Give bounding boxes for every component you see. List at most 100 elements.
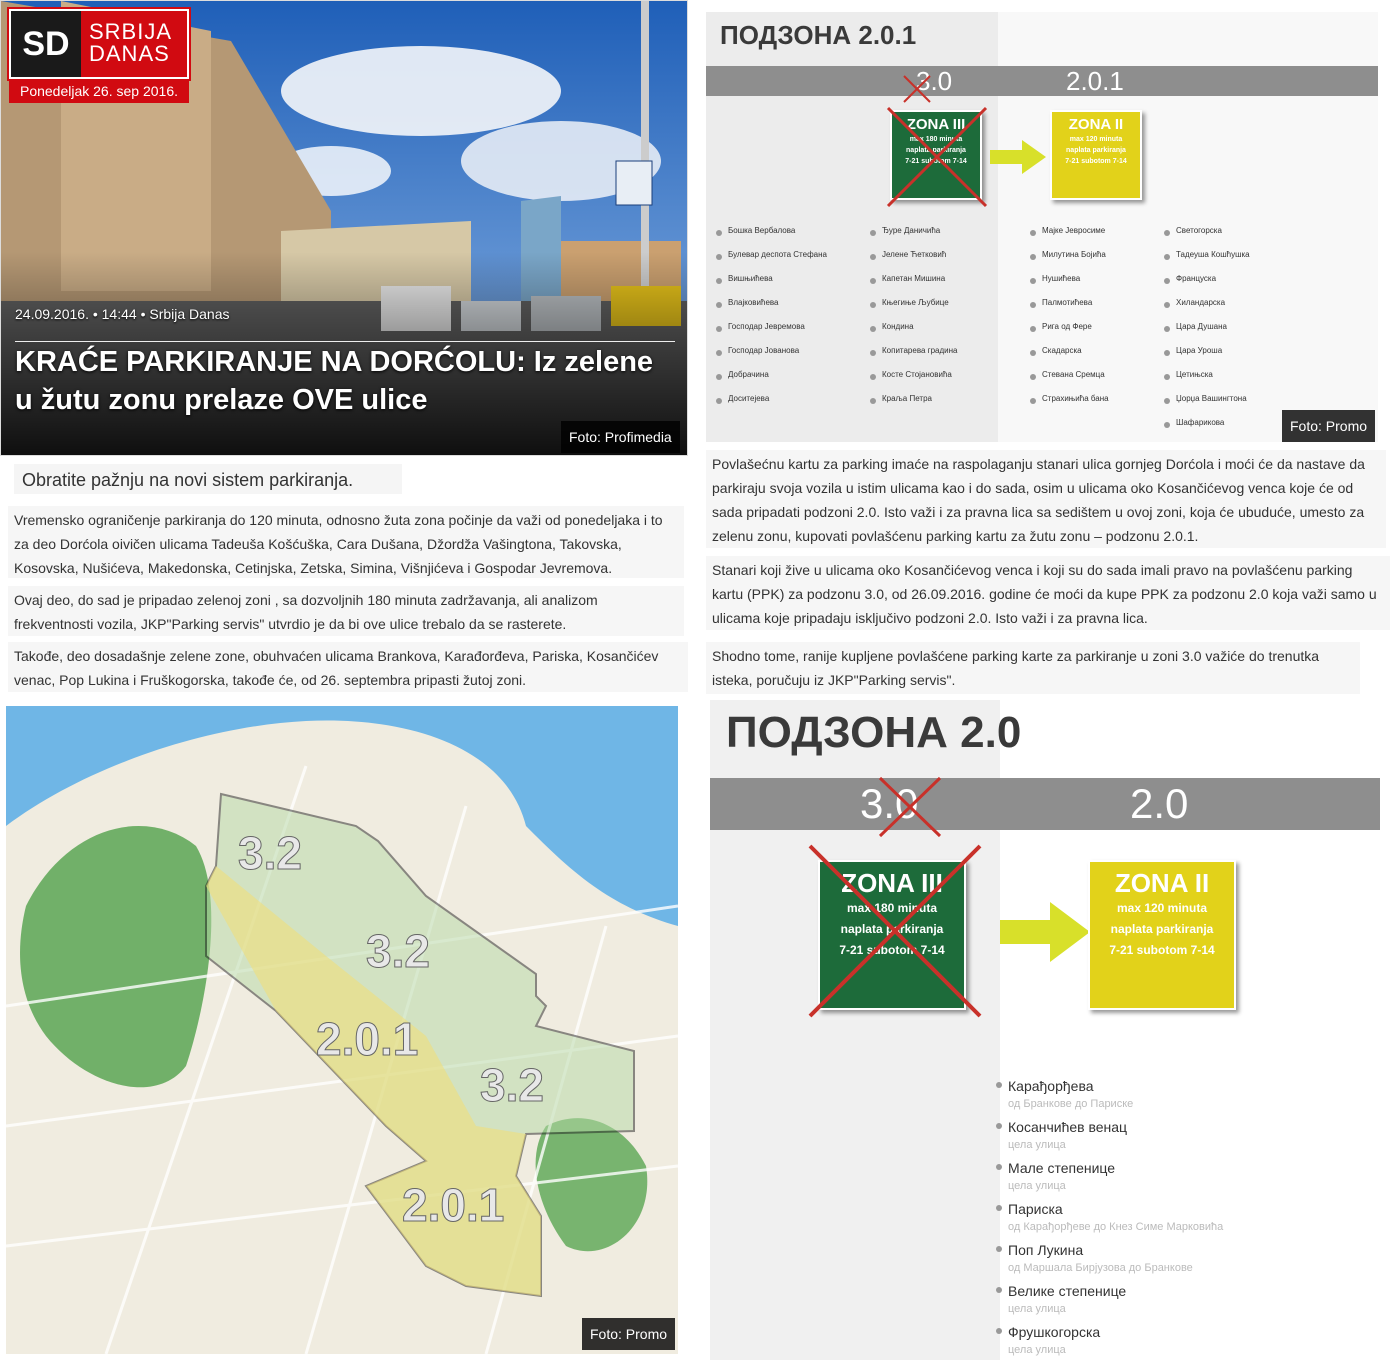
street-item: Господар Јованова	[715, 346, 800, 356]
map-zone-label: 2.0.1	[315, 1013, 419, 1066]
map-zone-label: 3.2	[480, 1059, 545, 1112]
street-item: Јелене Ћетковић	[869, 250, 947, 260]
street-item: Фрушкогорска цела улица	[995, 1324, 1101, 1356]
street-item: Кондина	[870, 322, 914, 332]
street-item: Мале степенице цела улица	[995, 1160, 1116, 1192]
logo-line1: SRBIJA	[89, 19, 173, 44]
street-item: Тадеуша Кошћушка	[1164, 250, 1250, 260]
street-item: Булевар деспота Стефана	[716, 250, 827, 260]
sign-line3: 7-21 subotom 7-14	[1109, 943, 1215, 957]
article-lead: Obratite pažnju na novi sistem parkiranj…	[14, 464, 402, 494]
zone-2-sign: ZONA II max 120 minuta naplata parkiranj…	[1050, 110, 1142, 200]
street-item: Стевана Сремца	[1030, 370, 1105, 380]
divider	[15, 341, 675, 342]
street-item: Париска од Карађорђеве до Кнез Симе Марко…	[995, 1201, 1224, 1233]
street-name: Велике степенице	[1008, 1283, 1127, 1299]
street-name: Мале степенице	[1008, 1160, 1116, 1176]
street-item: Добрачина	[716, 370, 769, 380]
street-range: од Карађорђеве до Кнез Симе Марковића	[1008, 1221, 1224, 1233]
street-item: Књегиње Љубице	[870, 298, 949, 308]
sign-zone-name: ZONA II	[1068, 116, 1124, 133]
street-item: Мајке Јевросиме	[1029, 226, 1106, 236]
street-item: Цара Уроша	[1163, 346, 1223, 356]
hero-photo-credit: Foto: Profimedia	[561, 421, 680, 453]
sign-line1: max 120 minuta	[1069, 136, 1123, 143]
street-name: Париска	[1008, 1201, 1063, 1217]
street-item: Ђуре Даничића	[869, 226, 941, 236]
street-item: Карађорђева од Бранкове до Париске	[995, 1078, 1134, 1110]
street-item: Шафарикова	[1163, 418, 1225, 428]
logo-wordmark: SRBIJA DANAS	[89, 21, 172, 65]
street-item: Господар Јевремова	[716, 322, 805, 332]
infographic-photo-credit: Foto: Promo	[1282, 410, 1376, 442]
street-item: Поп Лукина од Маршала Бирјузова до Бранко…	[996, 1242, 1193, 1274]
street-item: Рига од Фере	[1030, 322, 1092, 332]
logo-line2: DANAS	[89, 41, 170, 66]
street-name: Фрушкогорска	[1008, 1324, 1101, 1340]
map-zone-label: 3.2	[238, 827, 303, 880]
street-range: од Бранкове до Париске	[1008, 1098, 1134, 1110]
street-item: Скадарска	[1030, 346, 1082, 356]
article-meta: 24.09.2016. • 14:44 • Srbija Danas	[15, 306, 230, 322]
street-item: Краља Петра	[870, 394, 932, 404]
cross-out-icon	[886, 75, 988, 208]
sign-line2: naplata parkiranja	[1066, 147, 1126, 154]
map-zone-label: 3.2	[366, 925, 431, 978]
new-zone-label: 2.0.1	[1066, 66, 1124, 96]
street-range: од Маршала Бирјузова до Бранкове	[1008, 1262, 1193, 1274]
street-item: Милутина Бојића	[1030, 250, 1106, 260]
street-name: Поп Лукина	[1008, 1242, 1084, 1258]
street-item: Бошка Вербалова	[715, 226, 796, 236]
zone-2-sign: ZONA II max 120 minuta naplata parkiranj…	[1088, 860, 1236, 1010]
logo-initials: SD	[11, 11, 81, 77]
paragraph-2: Ovaj deo, do sad je pripadao zelenoj zon…	[8, 586, 684, 636]
street-name: Карађорђева	[1008, 1078, 1094, 1094]
paragraph-6: Shodno tome, ranije kupljene povlašćene …	[706, 642, 1360, 694]
sign-line1: max 120 minuta	[1116, 901, 1208, 915]
new-zone-label: 2.0	[1130, 780, 1189, 827]
street-item: Цара Душана	[1164, 322, 1227, 332]
street-item: Капетан Мишина	[869, 274, 946, 284]
street-item: Нушићева	[1029, 274, 1081, 284]
sign-zone-name: ZONA II	[1114, 868, 1210, 898]
street-item: Џорџа Вашингтона	[1164, 394, 1247, 404]
street-item: Светогорска	[1164, 226, 1222, 236]
infographic-subzone-2-0-1[interactable]: ПОДЗОНА 2.0.1 3.0 2.0.1 ZONA III max 180…	[706, 12, 1378, 442]
street-item: Страхињића бана	[1030, 394, 1109, 404]
paragraph-4: Povlašećnu kartu za parking imaće na ras…	[706, 450, 1386, 548]
infographic-title: ПОДЗОНА 2.0	[726, 708, 1022, 757]
site-logo[interactable]: SD SRBIJA DANAS	[7, 7, 191, 81]
street-item: Француска	[1163, 274, 1217, 284]
street-item: Косанчићев венац цела улица	[995, 1119, 1128, 1151]
street-item: Доситејева	[715, 394, 770, 404]
paragraph-1: Vremensko ograničenje parkiranja do 120 …	[8, 506, 684, 578]
street-item: Косте Стојановића	[870, 370, 952, 380]
street-item: Палмотићева	[1029, 298, 1093, 308]
infographic-title: ПОДЗОНА 2.0.1	[720, 20, 917, 50]
street-item: Вишњићева	[716, 274, 773, 284]
zone-map[interactable]: 3.2 3.2 2.0.1 3.2 2.0.1 Foto: Promo	[6, 706, 678, 1354]
paragraph-5: Stanari koji žive u ulicama oko Kosančić…	[706, 556, 1390, 630]
street-name: Косанчићев венац	[1008, 1119, 1128, 1135]
street-range: цела улица	[1008, 1139, 1066, 1151]
current-date: Ponedeljak 26. sep 2016.	[9, 79, 189, 103]
arrow-right-icon	[990, 140, 1046, 174]
street-item: Копитарева градина	[869, 346, 958, 356]
hero-image[interactable]: SD SRBIJA DANAS Ponedeljak 26. sep 2016.…	[0, 0, 688, 456]
map-zone-label: 2.0.1	[401, 1179, 505, 1232]
article-title: KRAĆE PARKIRANJE NA DORĆOLU: Iz zelene u…	[15, 346, 654, 416]
street-item: Цетињска	[1164, 370, 1213, 380]
zone-bar	[706, 66, 1378, 96]
sign-line3: 7-21 subotom 7-14	[1065, 158, 1127, 165]
street-item: Хиландарска	[1163, 298, 1226, 308]
street-range: цела улица	[1008, 1344, 1066, 1356]
arrow-right-icon	[1000, 902, 1090, 962]
sign-line2: naplata parkiranja	[1110, 922, 1214, 936]
street-item: Влајковићева	[716, 298, 779, 308]
street-range: цела улица	[1008, 1180, 1066, 1192]
street-item: Велике степенице цела улица	[995, 1283, 1127, 1315]
map-photo-credit: Foto: Promo	[582, 1318, 676, 1350]
paragraph-3: Takođe, deo dosadašnje zelene zone, obuh…	[8, 642, 688, 692]
street-range: цела улица	[1008, 1303, 1066, 1315]
infographic-subzone-2-0[interactable]: ПОДЗОНА 2.0 3.0 2.0 ZONA III max 180 min…	[710, 700, 1390, 1360]
